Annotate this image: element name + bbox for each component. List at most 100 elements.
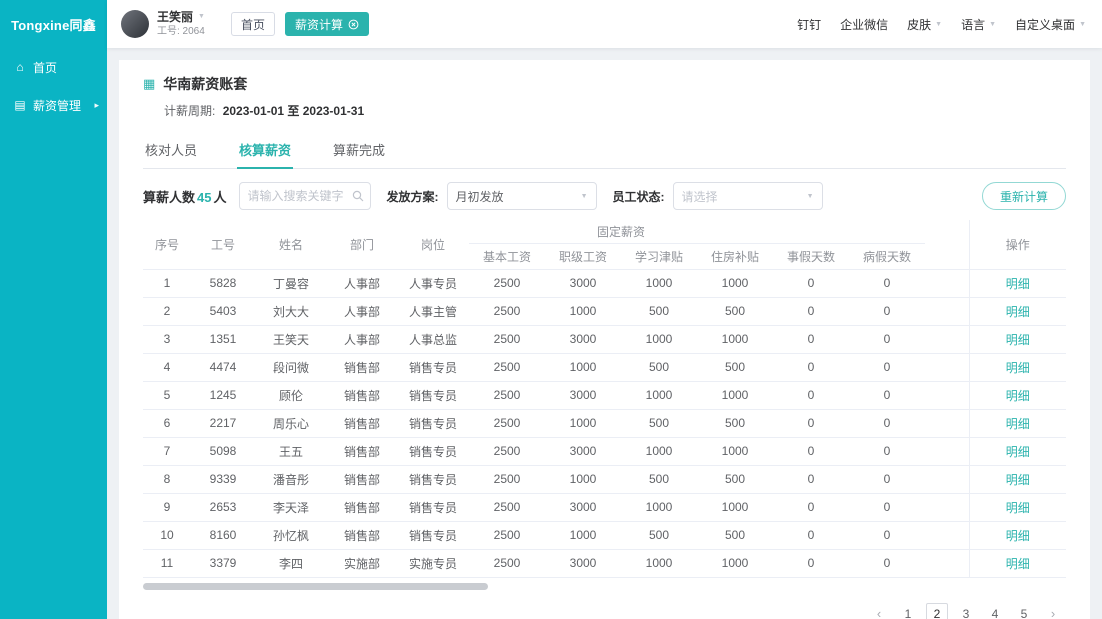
table-cell: 段问微	[255, 353, 327, 381]
table-cell: 1000	[621, 437, 697, 465]
table-cell: 2500	[469, 493, 545, 521]
headcount-label: 算薪人数	[143, 190, 195, 205]
table-cell: 销售专员	[397, 353, 469, 381]
table-cell: 人事总监	[397, 325, 469, 353]
sidebar-item-salary-management[interactable]: ▤薪资管理▸	[0, 86, 107, 124]
col-header-emp-id: 工号	[191, 220, 255, 269]
tab-calc-done[interactable]: 算薪完成	[331, 131, 387, 168]
table-cell: 500	[697, 409, 773, 437]
detail-link[interactable]: 明细	[1006, 529, 1030, 543]
nav-tag-salary-calc[interactable]: 薪资计算	[285, 12, 369, 36]
table-cell: 1000	[697, 269, 773, 297]
topbar-link-language[interactable]: 语言▼	[961, 16, 996, 33]
avatar[interactable]	[121, 10, 149, 38]
table-cell: 销售部	[327, 465, 397, 493]
table-cell: 1351	[191, 325, 255, 353]
pagination-next[interactable]: ›	[1042, 603, 1064, 619]
table-cell: 500	[621, 297, 697, 325]
topbar-link-wecom[interactable]: 企业微信	[840, 16, 888, 33]
pagination: ‹ 12345 ›	[143, 591, 1066, 619]
table-cell: 3000	[545, 549, 621, 577]
topbar-link-dingtalk[interactable]: 钉钉	[797, 16, 821, 33]
nav-tag-home[interactable]: 首页	[231, 12, 275, 36]
topbar-link-label: 皮肤	[907, 16, 931, 33]
pagination-page-5[interactable]: 5	[1013, 603, 1035, 619]
pay-period-label: 计薪周期:	[164, 104, 215, 118]
table-cell: 1000	[621, 493, 697, 521]
table-cell: 500	[621, 409, 697, 437]
table-cell: 3379	[191, 549, 255, 577]
chevron-down-icon: ▼	[198, 13, 205, 22]
table-cell: 500	[621, 353, 697, 381]
headcount: 算薪人数45人	[143, 187, 227, 206]
table-cell: 潘音彤	[255, 465, 327, 493]
table-cell: 顾伦	[255, 381, 327, 409]
scrollbar-thumb[interactable]	[143, 583, 488, 590]
table-cell-actions: 明细	[969, 325, 1066, 353]
tab-calc-salary[interactable]: 核算薪资	[237, 131, 293, 168]
topbar-link-label: 钉钉	[797, 16, 821, 33]
table-cell-spacer	[925, 437, 969, 465]
table-cell: 销售专员	[397, 465, 469, 493]
col-header-actions: 操作	[969, 220, 1066, 269]
topbar-link-label: 自定义桌面	[1015, 16, 1075, 33]
detail-link[interactable]: 明细	[1006, 445, 1030, 459]
pagination-page-3[interactable]: 3	[955, 603, 977, 619]
table-cell: 3000	[545, 381, 621, 409]
pagination-prev[interactable]: ‹	[868, 603, 890, 619]
table-cell-spacer	[925, 409, 969, 437]
table-cell: 1000	[621, 325, 697, 353]
headcount-value: 45	[197, 190, 211, 205]
table-cell: 销售部	[327, 381, 397, 409]
table-cell: 11	[143, 549, 191, 577]
table-cell: 0	[773, 493, 849, 521]
plan-select[interactable]: 月初发放 ▼	[447, 182, 597, 210]
table-cell: 9	[143, 493, 191, 521]
table-cell: 0	[849, 521, 925, 549]
plan-label: 发放方案:	[387, 188, 439, 205]
detail-link[interactable]: 明细	[1006, 473, 1030, 487]
col-header-position: 岗位	[397, 220, 469, 269]
tab-check-staff[interactable]: 核对人员	[143, 131, 199, 168]
detail-link[interactable]: 明细	[1006, 389, 1030, 403]
recalculate-button[interactable]: 重新计算	[982, 182, 1066, 210]
user-menu[interactable]: 王笑丽 ▼ 工号: 2064	[157, 10, 205, 39]
table-cell: 1000	[697, 549, 773, 577]
chevron-down-icon: ▼	[581, 193, 588, 200]
table-cell: 5403	[191, 297, 255, 325]
detail-link[interactable]: 明细	[1006, 417, 1030, 431]
table-row: 25403刘大大人事部人事主管2500100050050000明细	[143, 297, 1066, 325]
detail-link[interactable]: 明细	[1006, 333, 1030, 347]
salary-card: ▦ 华南薪资账套 计薪周期: 2023-01-01 至 2023-01-31 核…	[119, 60, 1090, 619]
detail-link[interactable]: 明细	[1006, 501, 1030, 515]
table-cell-actions: 明细	[969, 297, 1066, 325]
horizontal-scrollbar	[143, 583, 1066, 591]
table-cell: 500	[621, 521, 697, 549]
detail-link[interactable]: 明细	[1006, 557, 1030, 571]
sidebar-item-home[interactable]: ⌂首页	[0, 48, 107, 86]
table-cell: 0	[773, 465, 849, 493]
table-cell: 500	[697, 297, 773, 325]
home-icon: ⌂	[13, 60, 27, 74]
detail-link[interactable]: 明细	[1006, 361, 1030, 375]
table-cell: 8160	[191, 521, 255, 549]
table-cell-actions: 明细	[969, 269, 1066, 297]
detail-link[interactable]: 明细	[1006, 277, 1030, 291]
page-title-text: 华南薪资账套	[163, 74, 247, 94]
table-cell: 9339	[191, 465, 255, 493]
detail-link[interactable]: 明细	[1006, 305, 1030, 319]
close-icon[interactable]	[348, 19, 359, 30]
pagination-page-1[interactable]: 1	[897, 603, 919, 619]
col-group-fixed-salary: 固定薪资	[469, 220, 773, 243]
topbar-link-custom-desktop[interactable]: 自定义桌面▼	[1015, 16, 1086, 33]
app-layout: Tongxine同鑫 ⌂首页▤薪资管理▸ 王笑丽 ▼ 工号: 2064 首页薪资…	[0, 0, 1102, 619]
col-header-personal-leave: 事假天数	[773, 243, 849, 269]
table-cell: 1000	[545, 297, 621, 325]
topbar-link-skin[interactable]: 皮肤▼	[907, 16, 942, 33]
status-select[interactable]: 请选择 ▼	[673, 182, 823, 210]
pagination-page-4[interactable]: 4	[984, 603, 1006, 619]
pagination-page-2[interactable]: 2	[926, 603, 948, 619]
table-cell: 1245	[191, 381, 255, 409]
table-cell: 销售部	[327, 353, 397, 381]
table-cell: 李四	[255, 549, 327, 577]
